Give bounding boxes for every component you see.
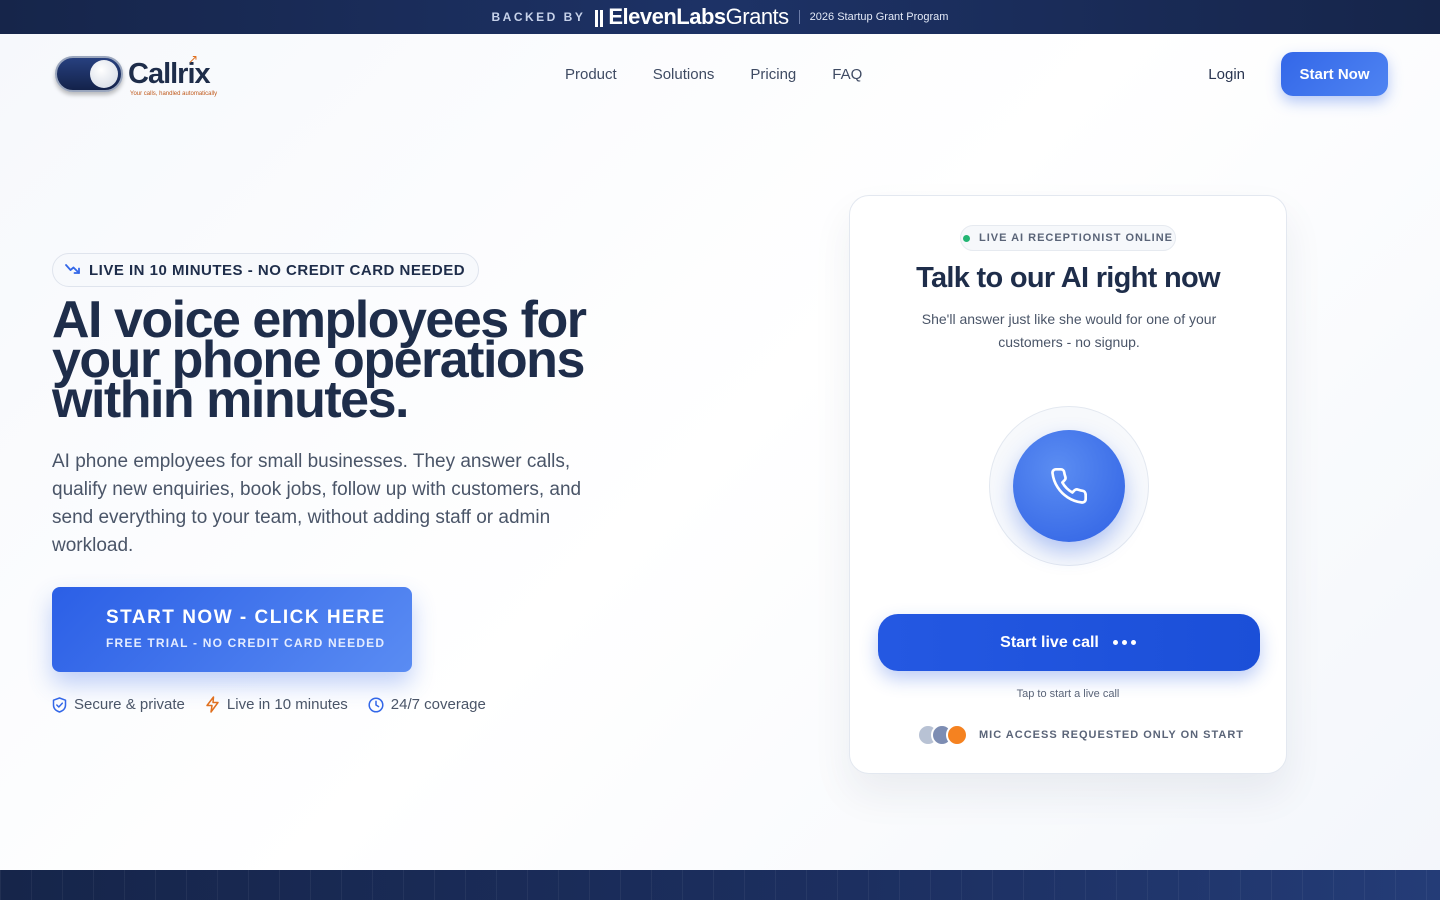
arrow-up-right-icon: ↗: [188, 51, 199, 66]
hero-headline: AI voice employees for your phone operat…: [52, 294, 652, 426]
shield-check-icon: [52, 696, 67, 713]
avatar-stack: [917, 724, 971, 746]
status-text: LIVE AI RECEPTIONIST ONLINE: [978, 232, 1174, 244]
brand-bold-text: ElevenLabs: [608, 4, 726, 29]
card-subtitle: She'll answer just like she would for on…: [921, 311, 1217, 350]
trust-live-label: Live in 10 minutes: [226, 696, 348, 713]
clock-icon: [368, 696, 384, 713]
toggle-logo-icon: [55, 56, 123, 92]
status-badge: LIVE AI RECEPTIONIST ONLINE: [960, 225, 1176, 251]
program-label: 2026 Startup Grant Program: [809, 11, 949, 23]
live-in-minutes-badge: LIVE IN 10 MINUTES - NO CREDIT CARD NEED…: [52, 253, 480, 287]
online-dot-icon: [962, 234, 970, 242]
tap-hint: Tap to start a live call: [1016, 688, 1120, 700]
elevenlabs-bars-icon: [595, 4, 605, 30]
nav-link-faq[interactable]: FAQ: [832, 66, 862, 83]
top-banner: BACKED BY ElevenLabs Grants 2026 Startup …: [0, 0, 1440, 34]
badge-text: LIVE IN 10 MINUTES - NO CREDIT CARD NEED…: [89, 261, 466, 279]
nav-link-solutions[interactable]: Solutions: [653, 66, 715, 83]
nav-link-product[interactable]: Product: [565, 66, 617, 83]
nav-link-pricing[interactable]: Pricing: [750, 66, 796, 83]
bottom-section-strip: [0, 870, 1440, 900]
hero-subtext: AI phone employees for small businesses.…: [52, 451, 582, 556]
brand-light-text: Grants: [725, 4, 790, 29]
avatar: [946, 724, 968, 746]
elevenlabs-grants-logo[interactable]: ElevenLabs Grants: [595, 4, 790, 30]
login-link[interactable]: Login: [1208, 66, 1245, 83]
trust-coverage-label: 24/7 coverage: [390, 696, 486, 713]
start-live-call-button[interactable]: Start live call: [878, 614, 1260, 671]
start-now-cta-button[interactable]: START NOW - CLICK HERE FREE TRIAL - NO C…: [52, 587, 412, 672]
callrix-logo[interactable]: Callrix ↗ Your calls, handled automatica…: [55, 52, 217, 97]
lightning-icon: [206, 696, 219, 713]
trust-secure-label: Secure & private: [74, 696, 185, 713]
trust-coverage: 24/7 coverage: [368, 696, 486, 713]
phone-icon: [1051, 467, 1088, 504]
trending-down-icon: [65, 262, 80, 278]
card-title: Talk to our AI right now: [916, 262, 1220, 294]
phone-call-button[interactable]: [1013, 430, 1125, 542]
trust-secure: Secure & private: [52, 696, 185, 713]
banner-divider: [798, 10, 800, 24]
call-button-label: Start live call: [1000, 633, 1099, 651]
mic-note: MIC ACCESS REQUESTED ONLY ON START: [979, 729, 1245, 741]
start-now-button[interactable]: Start Now: [1281, 52, 1388, 96]
cta-sub-label: FREE TRIAL - NO CREDIT CARD NEEDED: [106, 636, 386, 650]
trust-live: Live in 10 minutes: [205, 696, 348, 713]
nav-menu: Product Solutions Pricing FAQ: [565, 34, 898, 114]
cta-main-label: START NOW - CLICK HERE: [106, 607, 386, 628]
live-demo-card: LIVE AI RECEPTIONIST ONLINE Talk to our …: [849, 195, 1287, 774]
loading-dots-icon: [1111, 640, 1138, 645]
mic-note-row: MIC ACCESS REQUESTED ONLY ON START: [917, 724, 1244, 746]
backed-by-label: BACKED BY: [491, 10, 586, 24]
logo-tagline: Your calls, handled automatically: [130, 90, 218, 97]
trust-row: Secure & private Live in 10 minutes 24/7…: [52, 696, 506, 713]
main-nav: Callrix ↗ Your calls, handled automatica…: [0, 34, 1440, 114]
